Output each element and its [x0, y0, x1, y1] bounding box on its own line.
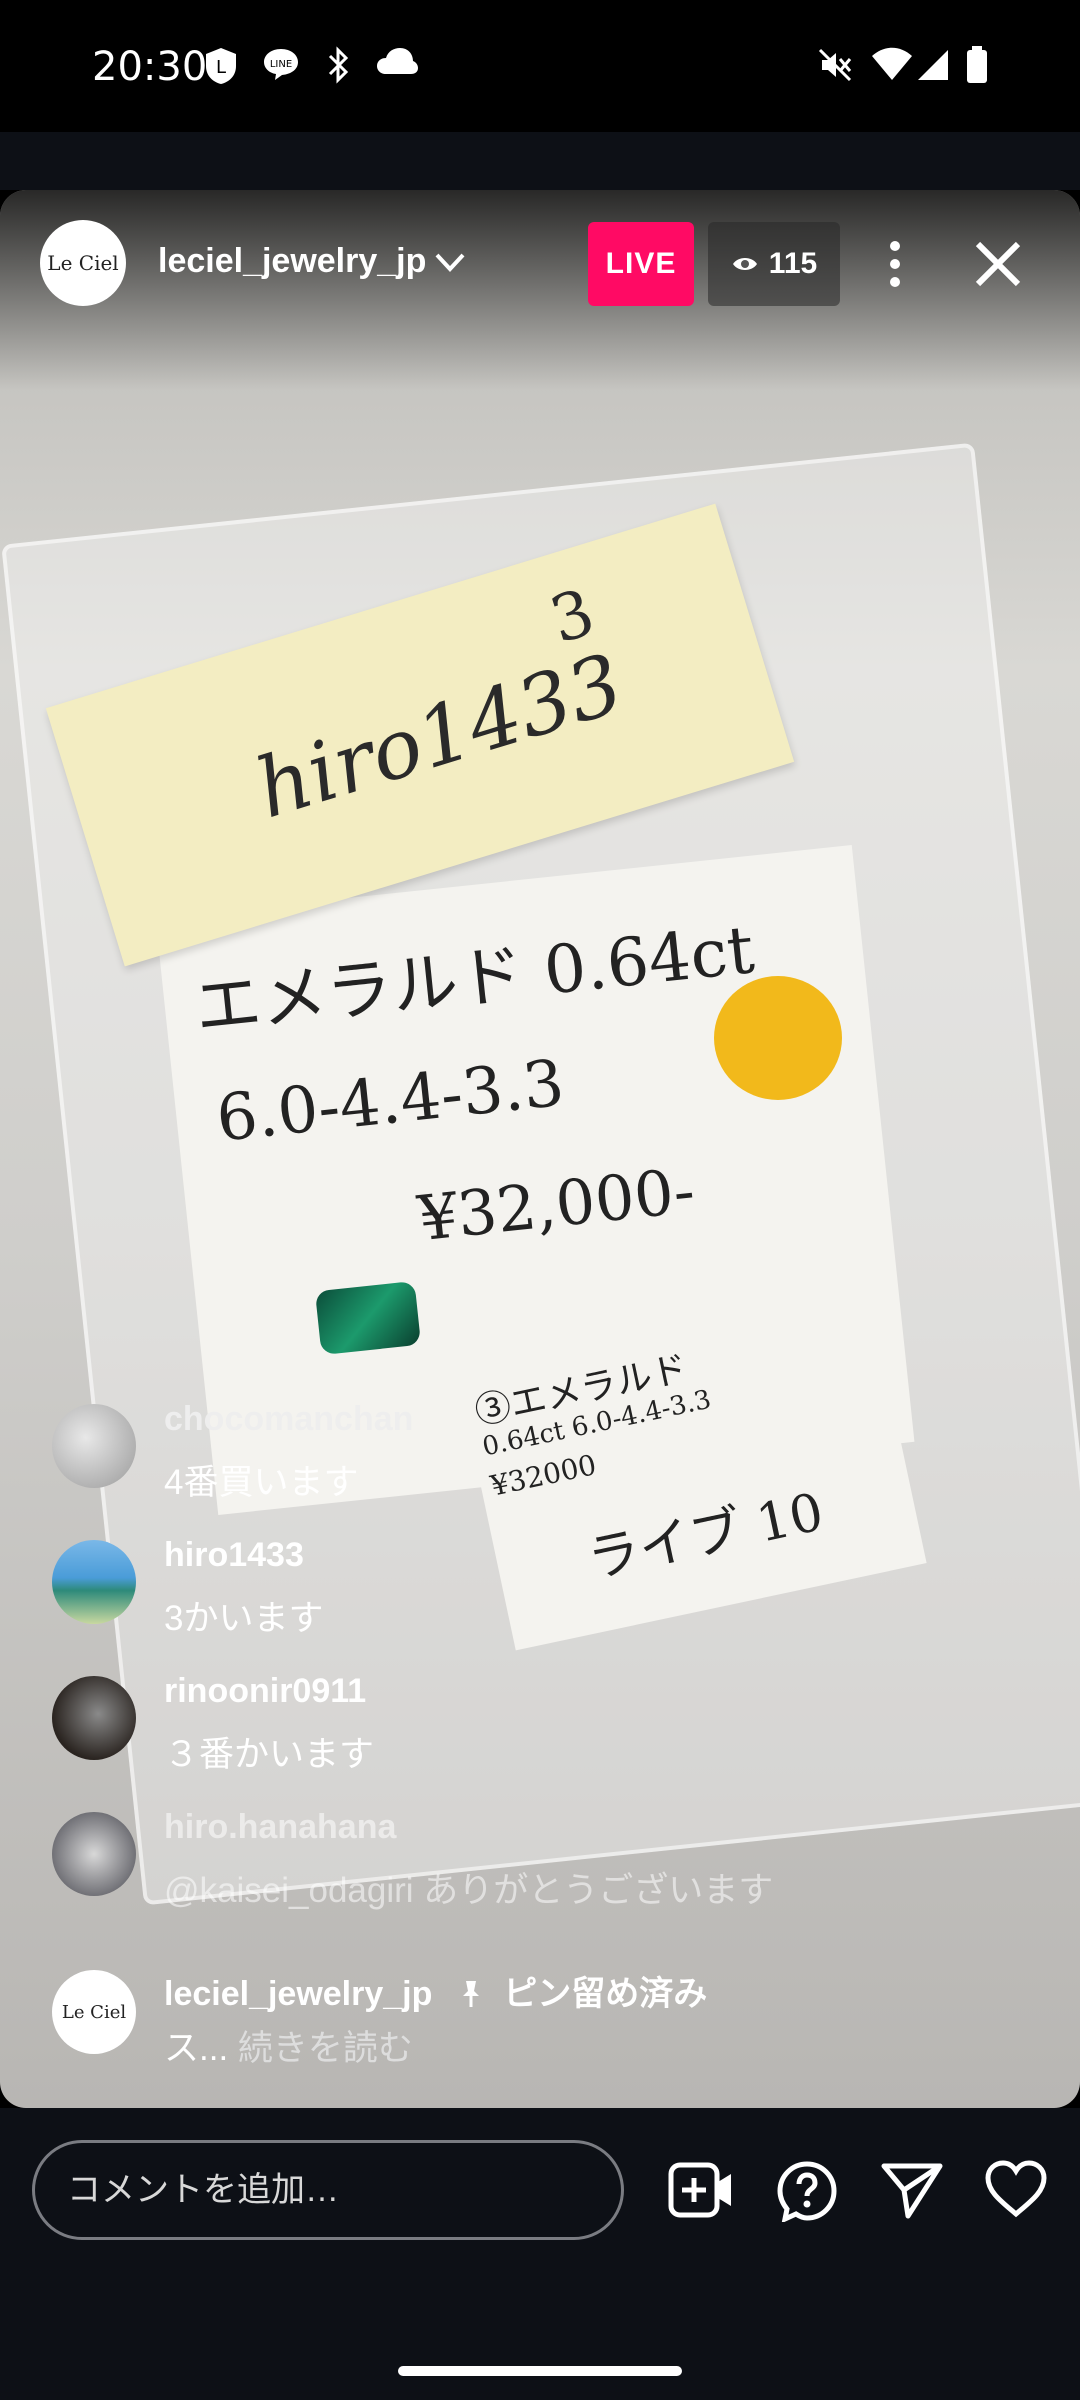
status-time: 20:30 — [92, 44, 208, 90]
bottom-bar — [0, 2108, 1080, 2400]
viewer-count[interactable]: 115 — [708, 222, 840, 306]
pinned-comment[interactable]: Le Ciel leciel_jewelry_jp ピン留め済み ス... 続き… — [52, 1956, 952, 2076]
comment-item[interactable]: chocomanchan 4番買います — [52, 1390, 952, 1510]
read-more-link[interactable]: 続きを読む — [238, 2029, 413, 2068]
comment-avatar[interactable] — [52, 1812, 136, 1896]
pinned-text: ス... — [164, 2029, 229, 2068]
more-options-icon[interactable] — [880, 236, 910, 292]
comment-text: ス... 続きを読む — [164, 2020, 413, 2071]
add-video-icon[interactable] — [668, 2160, 734, 2220]
viewer-count-value: 115 — [768, 247, 818, 280]
comment-item[interactable]: rinoonir0911 ３番かいます — [52, 1662, 952, 1782]
note-name: hiro1433 — [245, 636, 634, 838]
yellow-sticker — [714, 976, 842, 1100]
comment-user[interactable]: chocomanchan — [164, 1400, 413, 1439]
comment-text: 3かいます — [164, 1599, 324, 1638]
cloud-icon — [377, 48, 418, 74]
eye-icon — [732, 258, 757, 270]
comment-user[interactable]: hiro1433 — [164, 1536, 304, 1575]
comment-avatar[interactable] — [52, 1404, 136, 1488]
chevron-down-icon[interactable] — [432, 244, 468, 280]
comment-avatar[interactable] — [52, 1540, 136, 1624]
pin-icon — [462, 1981, 479, 2007]
bluetooth-icon — [328, 46, 349, 84]
send-icon[interactable] — [880, 2160, 944, 2220]
svg-text:L: L — [216, 57, 226, 78]
svg-text:LINE: LINE — [270, 59, 292, 70]
comment-user[interactable]: hiro.hanahana — [164, 1808, 396, 1847]
battery-icon — [967, 46, 987, 83]
close-icon[interactable] — [970, 236, 1026, 292]
comment-text: @kaisei_odagiri ありがとうございます — [164, 1871, 774, 1910]
line-shield-icon: L — [206, 48, 236, 84]
comment-item[interactable]: hiro.hanahana @kaisei_odagiri ありがとうございます — [52, 1798, 952, 1918]
status-gap — [0, 132, 1080, 190]
question-icon[interactable] — [776, 2160, 838, 2222]
signal-icon — [918, 50, 948, 80]
comment-item[interactable]: hiro1433 3かいます — [52, 1526, 952, 1646]
card-line-2: 6.0-4.4-3.3 — [213, 1046, 568, 1157]
mute-icon — [818, 48, 852, 82]
live-video[interactable]: エメラルド 0.64ct 6.0-4.4-3.3 ¥32,000- ③エメラルド… — [0, 190, 1080, 2108]
account-name[interactable]: leciel_jewelry_jp — [158, 242, 426, 281]
header-shade — [0, 190, 1080, 390]
comment-input[interactable] — [32, 2140, 624, 2240]
comment-text: 4番買います — [164, 1463, 359, 1502]
pinned-comment-header: leciel_jewelry_jp ピン留め済み — [164, 1966, 707, 2015]
comment-avatar[interactable]: Le Ciel — [52, 1970, 136, 2054]
status-bar: 20:30 L LINE — [0, 0, 1080, 132]
home-indicator[interactable] — [398, 2366, 682, 2376]
line-app-icon: LINE — [264, 49, 298, 80]
wifi-icon — [872, 47, 912, 80]
emerald-gem — [314, 1280, 422, 1356]
comment-user[interactable]: leciel_jewelry_jp — [164, 1975, 432, 2013]
comment-avatar[interactable] — [52, 1676, 136, 1760]
comment-user[interactable]: rinoonir0911 — [164, 1672, 366, 1711]
heart-icon[interactable] — [984, 2160, 1048, 2218]
card-line-3: ¥32,000- — [414, 1153, 699, 1256]
comment-text: ３番かいます — [164, 1735, 375, 1774]
account-avatar[interactable]: Le Ciel — [40, 220, 126, 306]
pinned-label: ピン留め済み — [503, 1975, 708, 2013]
live-badge: LIVE — [588, 222, 694, 306]
